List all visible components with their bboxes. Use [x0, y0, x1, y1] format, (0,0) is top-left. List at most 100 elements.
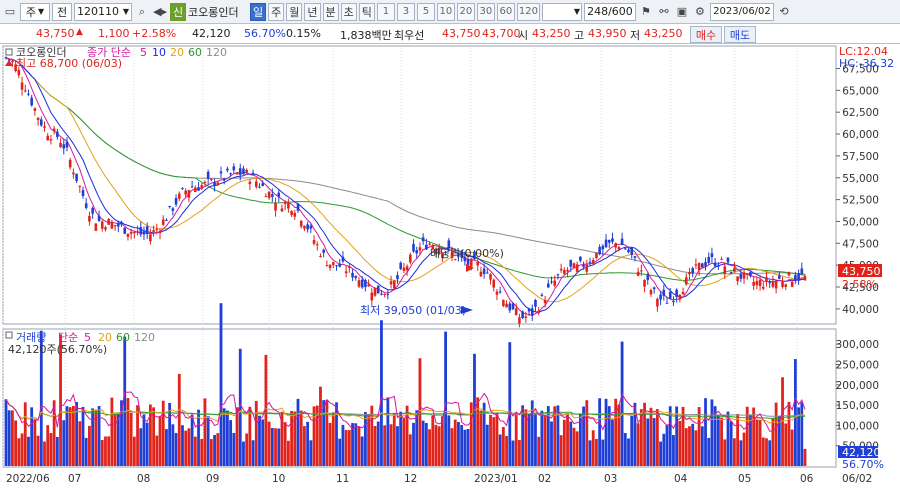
candle-body [550, 281, 553, 283]
period-button-tick[interactable]: 틱 [358, 2, 375, 21]
minute-option-30[interactable]: 30 [476, 2, 495, 21]
volume-bar [761, 437, 765, 466]
volume-bar [325, 399, 329, 466]
new-badge: 신 [170, 2, 186, 21]
buy-button[interactable]: 매수 [690, 26, 722, 43]
candle-body [271, 194, 274, 197]
volume-bar [469, 402, 473, 466]
candle-body [530, 308, 534, 316]
chart-area[interactable]: 67,500 65,000 62,500 60,000 57,500 55,000 52,5… [0, 44, 900, 488]
period-button-week[interactable]: 주 [268, 2, 285, 21]
volume-bar [129, 412, 133, 466]
candle-body [75, 173, 78, 181]
stock-code-value: 120110 [77, 5, 119, 18]
candle-body [319, 256, 322, 258]
period-button-month[interactable]: 월 [286, 2, 303, 21]
candle-body [768, 282, 772, 284]
candle-body [659, 294, 662, 300]
volume-legend-ma60: 60 [116, 331, 130, 344]
minute-option-5[interactable]: 5 [416, 2, 435, 21]
stock-chart[interactable]: 67,50065,00062,50060,00057,50055,00052,5… [0, 44, 900, 488]
candle-body [315, 244, 319, 246]
candle-body [341, 256, 345, 262]
volume-bar [14, 420, 18, 466]
board-button[interactable]: 전 [52, 2, 72, 21]
minute-option-3[interactable]: 3 [396, 2, 415, 21]
volume-bar [575, 431, 579, 466]
period-button-minute[interactable]: 분 [322, 2, 339, 21]
candle-body [49, 139, 53, 141]
volume-bar [187, 428, 191, 466]
candle-body [344, 271, 348, 274]
data-count-field[interactable]: 248/600 [583, 2, 636, 21]
search-icon[interactable]: ⌕ [134, 5, 150, 19]
period-button-year[interactable]: 년 [304, 2, 321, 21]
volume-bar [46, 425, 50, 466]
volume-bar [229, 420, 233, 466]
sell-button[interactable]: 매도 [724, 26, 756, 43]
volume-bar [290, 410, 293, 466]
volume-bar [492, 417, 496, 466]
candle-body [575, 264, 579, 272]
volume-bar [620, 341, 624, 466]
candle-body [640, 270, 643, 272]
minute-option-60[interactable]: 60 [496, 2, 515, 21]
price-tick-label: 40,000 [842, 304, 879, 316]
speaker-icon[interactable]: ◀▸ [152, 5, 168, 18]
candle-body [668, 292, 672, 299]
x-tick-label: 04 [674, 473, 688, 485]
volume-bar [200, 439, 204, 466]
candle-body [514, 308, 518, 316]
volume-bar [704, 398, 707, 466]
volume-bar [611, 419, 614, 466]
candle-body [556, 274, 560, 276]
volume-bar [219, 303, 223, 466]
stock-name-label: 코오롱인더 [188, 5, 239, 19]
date-field[interactable]: 2023/06/02 [709, 2, 774, 21]
candle-body [691, 268, 694, 274]
trend-icon[interactable]: ⚯ [656, 5, 672, 18]
candle-body [68, 159, 72, 168]
period-label: 초 [343, 5, 354, 19]
volume-bar [328, 422, 332, 466]
custom-period-select[interactable]: ▼ [541, 2, 582, 21]
candle-body [43, 126, 46, 128]
candle-body [627, 249, 630, 253]
candle-body [245, 169, 248, 173]
candle-body [46, 135, 50, 141]
volume-bar [716, 414, 720, 466]
period-button-day[interactable]: 일 [250, 2, 267, 21]
volume-bar [171, 424, 175, 466]
x-tick-label: 11 [336, 473, 349, 485]
candle-body [742, 272, 746, 279]
volume-bar [598, 398, 602, 466]
candle-body [476, 261, 479, 266]
market-select[interactable]: 주 ▼ [20, 2, 50, 21]
volume-tick-label: 150,000 [836, 400, 879, 412]
save-icon[interactable]: ▣ [674, 5, 690, 18]
volume-bar [700, 426, 704, 466]
candle-body [633, 256, 637, 258]
stock-code-input[interactable]: 120110 ▼ [74, 2, 132, 21]
candle-body [505, 303, 508, 308]
indicator-icon[interactable]: ⚑ [638, 5, 654, 18]
minute-option-120[interactable]: 120 [516, 2, 540, 21]
candle-body [386, 294, 390, 296]
minute-option-1[interactable]: 1 [376, 2, 395, 21]
refresh-icon[interactable]: ⟲ [776, 5, 792, 18]
candle-body [421, 237, 425, 242]
minute-option-20[interactable]: 20 [456, 2, 475, 21]
candle-body [261, 183, 265, 186]
period-button-second[interactable]: 초 [340, 2, 357, 21]
gear-icon[interactable]: ⚙ [692, 5, 708, 18]
candle-body [194, 187, 197, 192]
candle-body [649, 289, 653, 295]
volume-bar [495, 412, 499, 466]
candle-body [23, 90, 27, 92]
candle-body [418, 247, 422, 251]
volume-bar [543, 415, 547, 466]
candle-body [27, 93, 30, 95]
up-triangle-icon: ▲ [76, 27, 83, 37]
minute-option-10[interactable]: 10 [436, 2, 455, 21]
chart-window-icon[interactable]: ▭ [2, 5, 18, 18]
